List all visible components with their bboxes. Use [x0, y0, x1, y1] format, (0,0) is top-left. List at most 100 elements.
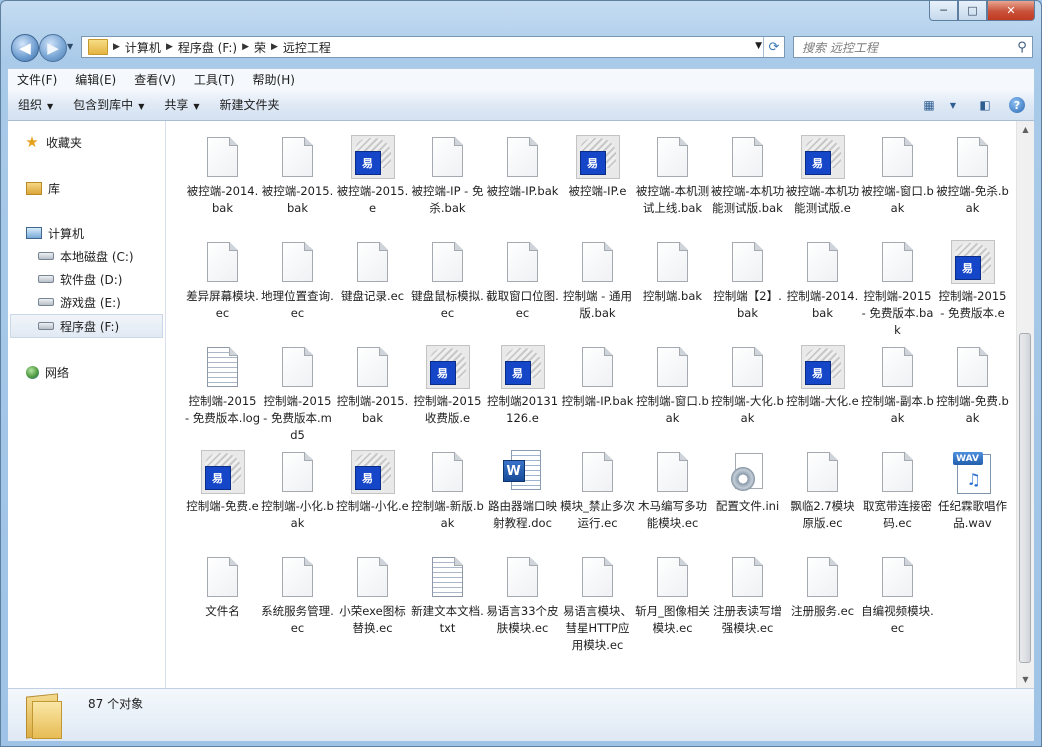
file-item[interactable]: 易控制端-大化.e: [785, 345, 860, 450]
file-item[interactable]: 易控制端-2015 - 免费版本.e: [935, 240, 1010, 345]
file-item[interactable]: 控制端-副本.bak: [860, 345, 935, 450]
chevron-right-icon[interactable]: ▶: [242, 42, 249, 52]
file-item[interactable]: 易控制端-2015收费版.e: [410, 345, 485, 450]
file-item[interactable]: 控制端【2】.bak: [710, 240, 785, 345]
file-item[interactable]: 控制端-窗口.bak: [635, 345, 710, 450]
menu-view[interactable]: 查看(V): [125, 70, 185, 90]
refresh-icon[interactable]: ⟳: [763, 37, 784, 57]
file-item[interactable]: 飘临2.7模块原版.ec: [785, 450, 860, 555]
address-bar[interactable]: ▶ 计算机 ▶ 程序盘 (F:) ▶ 荣 ▶ 远控工程 ▼ ⟳: [81, 36, 785, 58]
file-item[interactable]: 系统服务管理.ec: [260, 555, 335, 660]
file-item[interactable]: W 路由器端口映射教程.doc: [485, 450, 560, 555]
file-item[interactable]: 控制端.bak: [635, 240, 710, 345]
file-item[interactable]: 新建文本文档.txt: [410, 555, 485, 660]
scroll-up-icon[interactable]: ▲: [1017, 121, 1034, 138]
menu-help[interactable]: 帮助(H): [244, 70, 304, 90]
share-button[interactable]: 共享 ▼: [154, 93, 209, 117]
file-item[interactable]: 控制端-2015 - 免费版本.log: [185, 345, 260, 450]
search-input[interactable]: 搜索 远控工程: [802, 39, 1012, 56]
file-item[interactable]: 控制端-2015 - 免费版本.md5: [260, 345, 335, 450]
file-item[interactable]: 被控端-免杀.bak: [935, 135, 1010, 240]
file-item[interactable]: 注册服务.ec: [785, 555, 860, 660]
file-item[interactable]: 截取窗口位图.ec: [485, 240, 560, 345]
file-item[interactable]: 易语言模块、彗星HTTP应用模块.ec: [560, 555, 635, 660]
chevron-right-icon[interactable]: ▶: [166, 42, 173, 52]
search-icon[interactable]: ⚲: [1012, 40, 1032, 55]
file-item[interactable]: 被控端-IP - 免杀.bak: [410, 135, 485, 240]
minimize-button[interactable]: ─: [929, 1, 958, 21]
file-item[interactable]: 自编视频模块.ec: [860, 555, 935, 660]
address-dropdown-icon[interactable]: ▼: [755, 41, 762, 51]
file-item[interactable]: 配置文件.ini: [710, 450, 785, 555]
file-item[interactable]: 控制端-2015 - 免费版本.bak: [860, 240, 935, 345]
forward-arrow-icon[interactable]: ▶: [39, 34, 67, 62]
file-item[interactable]: 易被控端-2015.e: [335, 135, 410, 240]
include-in-library-button[interactable]: 包含到库中 ▼: [63, 93, 154, 117]
menu-edit[interactable]: 编辑(E): [66, 70, 125, 90]
blank-file-icon: [576, 345, 620, 389]
sidebar-item-drive-c[interactable]: 本地磁盘 (C:): [38, 245, 165, 267]
file-item[interactable]: 易控制端20131126.e: [485, 345, 560, 450]
sidebar-item-network[interactable]: 网络: [26, 361, 165, 383]
file-item[interactable]: 被控端-2015.bak: [260, 135, 335, 240]
file-item[interactable]: 控制端 - 通用版.bak: [560, 240, 635, 345]
scroll-thumb[interactable]: [1019, 333, 1031, 663]
file-item[interactable]: 易控制端-小化.e: [335, 450, 410, 555]
file-item[interactable]: 易控制端-免费.e: [185, 450, 260, 555]
file-item[interactable]: 模块_禁止多次运行.ec: [560, 450, 635, 555]
sidebar-item-libraries[interactable]: 库: [26, 177, 165, 199]
file-item[interactable]: 被控端-窗口.bak: [860, 135, 935, 240]
file-item[interactable]: 控制端-大化.bak: [710, 345, 785, 450]
chevron-right-icon[interactable]: ▶: [113, 42, 120, 52]
breadcrumb-computer[interactable]: 计算机: [125, 39, 161, 56]
file-item[interactable]: 控制端-2015.bak: [335, 345, 410, 450]
file-item[interactable]: 木马编写多功能模块.ec: [635, 450, 710, 555]
file-item[interactable]: 斩月_图像相关模块.ec: [635, 555, 710, 660]
close-button[interactable]: ✕: [987, 1, 1035, 21]
file-item[interactable]: 易被控端-本机功能测试版.e: [785, 135, 860, 240]
file-item[interactable]: 被控端-本机测试上线.bak: [635, 135, 710, 240]
breadcrumb-folder-rong[interactable]: 荣: [254, 39, 266, 56]
organize-button[interactable]: 组织 ▼: [8, 93, 63, 117]
help-button[interactable]: ?: [1006, 94, 1028, 116]
recent-pages-dropdown-icon[interactable]: ▼: [67, 42, 73, 51]
scroll-down-icon[interactable]: ▼: [1017, 671, 1034, 688]
sidebar-item-drive-e[interactable]: 游戏盘 (E:): [38, 291, 165, 313]
file-item[interactable]: 键盘鼠标模拟.ec: [410, 240, 485, 345]
file-item[interactable]: 差异屏幕模块.ec: [185, 240, 260, 345]
file-item[interactable]: 注册表读写增强模块.ec: [710, 555, 785, 660]
file-item[interactable]: 控制端-2014.bak: [785, 240, 860, 345]
sidebar-item-favorites[interactable]: ★ 收藏夹: [24, 131, 165, 153]
file-item[interactable]: 控制端-免费.bak: [935, 345, 1010, 450]
preview-pane-icon[interactable]: ◧: [974, 94, 996, 116]
file-item[interactable]: 被控端-2014.bak: [185, 135, 260, 240]
sidebar-item-computer[interactable]: 计算机: [26, 222, 165, 244]
back-arrow-icon[interactable]: ◀: [11, 34, 39, 62]
breadcrumb-current-folder[interactable]: 远控工程: [283, 39, 331, 56]
chevron-right-icon[interactable]: ▶: [271, 42, 278, 52]
file-item[interactable]: 易语言33个皮肤模块.ec: [485, 555, 560, 660]
file-item[interactable]: 小荣exe图标替换.ec: [335, 555, 410, 660]
file-item[interactable]: WAV ♫ 任纪霖歌唱作品.wav: [935, 450, 1010, 555]
file-item[interactable]: 被控端-本机功能测试版.bak: [710, 135, 785, 240]
search-box[interactable]: 搜索 远控工程 ⚲: [793, 36, 1033, 58]
vertical-scrollbar[interactable]: ▲ ▼: [1016, 121, 1034, 688]
file-item[interactable]: 文件名: [185, 555, 260, 660]
view-dropdown-icon[interactable]: ▼: [942, 94, 964, 116]
maximize-button[interactable]: □: [958, 1, 987, 21]
file-item[interactable]: 取宽带连接密码.ec: [860, 450, 935, 555]
file-item[interactable]: 控制端-小化.bak: [260, 450, 335, 555]
file-item[interactable]: 地理位置查询.ec: [260, 240, 335, 345]
sidebar-item-drive-f[interactable]: 程序盘 (F:): [10, 314, 163, 338]
menu-tools[interactable]: 工具(T): [185, 70, 244, 90]
file-item[interactable]: 被控端-IP.bak: [485, 135, 560, 240]
file-item[interactable]: 键盘记录.ec: [335, 240, 410, 345]
sidebar-item-drive-d[interactable]: 软件盘 (D:): [38, 268, 165, 290]
change-view-icon[interactable]: ▦: [918, 94, 940, 116]
file-item[interactable]: 控制端-IP.bak: [560, 345, 635, 450]
new-folder-button[interactable]: 新建文件夹: [210, 93, 290, 117]
menu-file[interactable]: 文件(F): [8, 70, 66, 90]
breadcrumb-drive[interactable]: 程序盘 (F:): [178, 39, 237, 56]
file-item[interactable]: 控制端-新版.bak: [410, 450, 485, 555]
file-item[interactable]: 易被控端-IP.e: [560, 135, 635, 240]
